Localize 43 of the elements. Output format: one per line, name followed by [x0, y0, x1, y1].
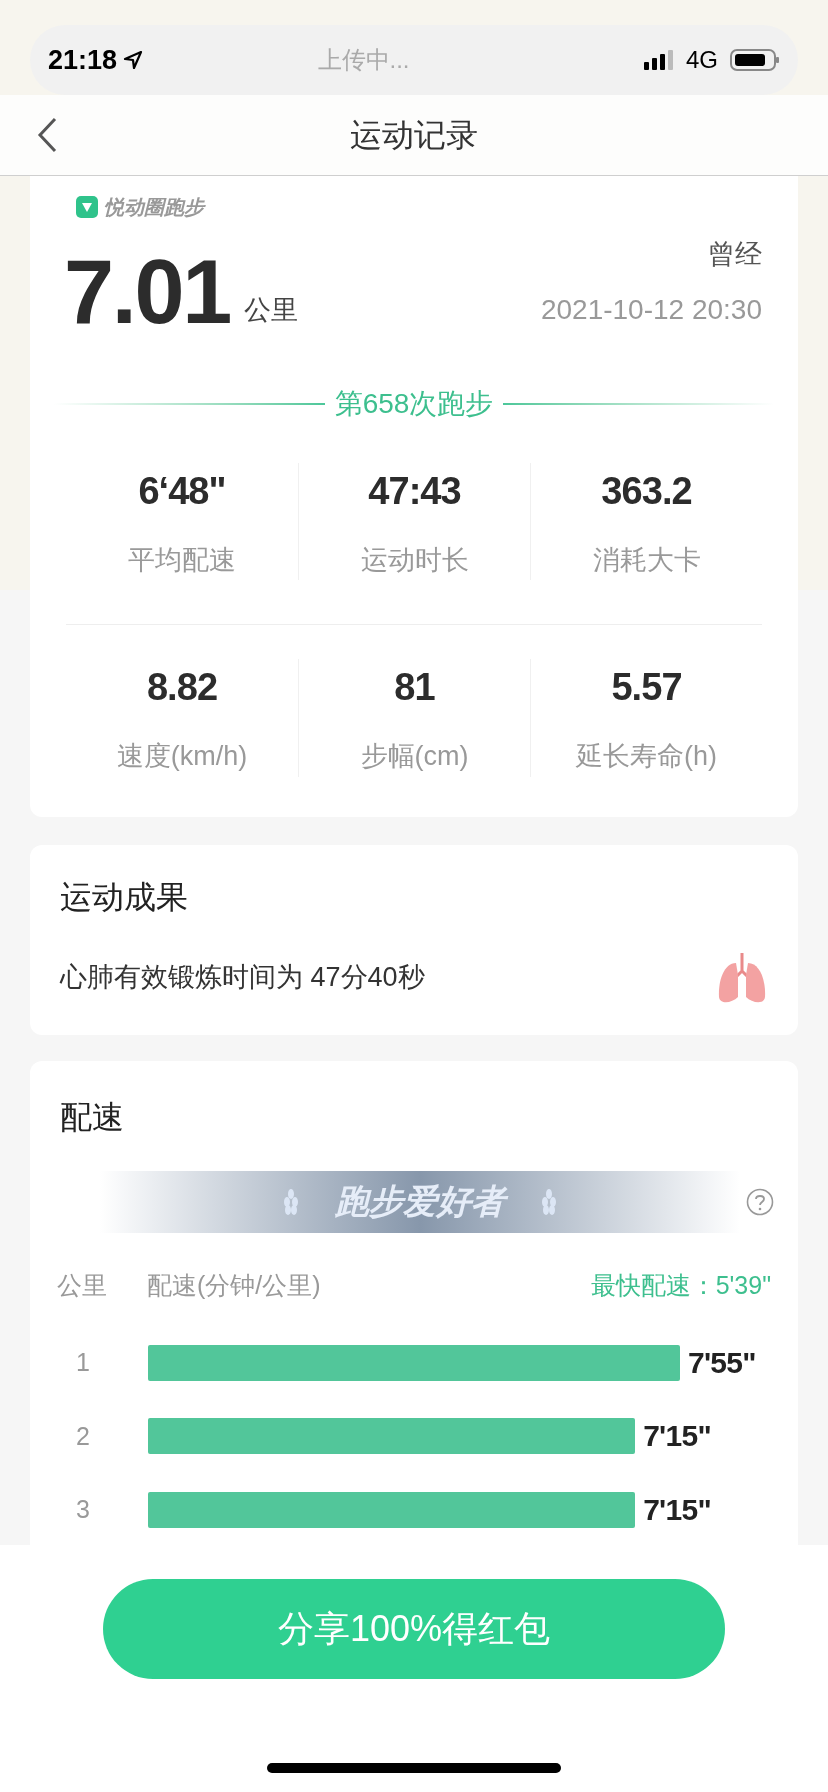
fastest-pace: 最快配速：5'39" [590, 1269, 771, 1301]
column-header: 公里 [57, 1269, 108, 1301]
stat-label: 延长寿命(h) [576, 740, 717, 773]
stat-label: 消耗大卡 [592, 543, 701, 577]
section-title: 配速 [59, 1097, 125, 1137]
upload-status: 上传中... [317, 45, 410, 75]
distance-unit: 公里 [244, 294, 299, 327]
app-logo-icon [76, 196, 98, 218]
user-name: 曾经 [708, 238, 762, 271]
stat-value: 47:43 [368, 468, 461, 514]
share-button[interactable]: 分享100%得红包 [103, 1578, 725, 1679]
pace-value: 7'15" [643, 1418, 711, 1455]
stat-label: 平均配速 [128, 543, 236, 577]
back-icon[interactable] [36, 117, 58, 153]
network-type: 4G [686, 45, 718, 75]
section-title: 运动成果 [60, 877, 189, 917]
km-number: 1 [75, 1347, 91, 1378]
wheat-icon [541, 1187, 557, 1216]
stat-value: 81 [394, 665, 435, 710]
stat-value: 363.2 [601, 468, 692, 514]
stat-label: 运动时长 [360, 543, 469, 577]
stat-value: 5.57 [611, 665, 682, 710]
km-number: 2 [75, 1420, 91, 1452]
km-number: 3 [75, 1494, 91, 1525]
stat-value: 8.82 [146, 665, 218, 710]
run-datetime: 2021-10-12 20:30 [540, 292, 762, 327]
distance-value: 7.01 [64, 246, 231, 337]
wheat-icon [283, 1187, 299, 1216]
stat-label: 步幅(cm) [360, 740, 469, 773]
battery-icon [730, 48, 780, 72]
page-title: 运动记录 [349, 116, 479, 155]
status-time: 21:18 [48, 43, 118, 77]
location-arrow-icon [123, 50, 144, 70]
pace-value: 7'55" [688, 1344, 756, 1381]
achievement-text: 心肺有效锻炼时间为 47分40秒 [60, 961, 425, 995]
pace-value: 7'15" [643, 1491, 711, 1528]
stat-value: 6‘48" [138, 468, 226, 514]
column-header: 配速(分钟/公里) [147, 1269, 322, 1301]
run-count: 第658次跑步 [334, 386, 494, 421]
help-icon[interactable] [746, 1187, 774, 1216]
brand-name: 悦动圈跑步 [104, 195, 204, 220]
lungs-icon [716, 950, 768, 1005]
stat-label: 速度(km/h) [116, 740, 248, 773]
